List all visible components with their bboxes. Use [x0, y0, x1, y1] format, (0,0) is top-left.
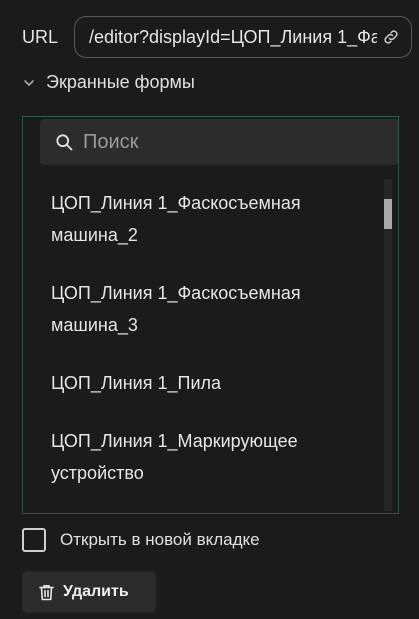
screen-forms-list: ЦОП_Линия 1_Фаскосъемная машина_2 ЦОП_Ли… [23, 165, 383, 513]
section-title: Экранные формы [46, 72, 195, 92]
url-row: URL /editor?displayId=ЦОП_Линия 1_Фаскос… [22, 14, 412, 60]
screen-form-settings-panel: URL /editor?displayId=ЦОП_Линия 1_Фаскос… [0, 0, 419, 619]
scrollbar-thumb[interactable] [384, 199, 392, 229]
open-new-tab-checkbox[interactable] [22, 528, 46, 552]
open-new-tab-label[interactable]: Открыть в новой вкладке [60, 530, 260, 550]
search-input[interactable] [81, 129, 385, 155]
delete-button[interactable]: Удалить [22, 571, 156, 613]
search-icon [53, 131, 75, 153]
url-label: URL [22, 26, 59, 47]
list-item[interactable]: ЦОП_Линия 1_Пила [23, 367, 371, 399]
screen-forms-list-panel: ЦОП_Линия 1_Фаскосъемная машина_2 ЦОП_Ли… [22, 116, 399, 514]
section-header-screen-forms[interactable]: Экранные формы [22, 72, 195, 93]
url-value[interactable]: /editor?displayId=ЦОП_Линия 1_Фаскосъемн… [89, 27, 377, 48]
list-item[interactable]: ЦОП_Линия 1_Фаскосъемная машина_2 [23, 187, 371, 251]
list-item[interactable]: ЦОП_Линия 1_Фаскосъемная машина_3 [23, 277, 371, 341]
list-item[interactable]: ЦОП_Линия 1_Маркирующее устройство [23, 425, 371, 489]
trash-icon [38, 583, 54, 601]
url-field[interactable]: /editor?displayId=ЦОП_Линия 1_Фаскосъемн… [74, 16, 412, 58]
open-new-tab-row[interactable]: Открыть в новой вкладке [22, 528, 260, 552]
delete-label: Удалить [63, 583, 129, 600]
link-icon[interactable] [381, 27, 401, 47]
scrollbar[interactable] [384, 179, 392, 511]
search-box[interactable] [40, 119, 398, 165]
chevron-down-icon[interactable] [22, 76, 36, 90]
